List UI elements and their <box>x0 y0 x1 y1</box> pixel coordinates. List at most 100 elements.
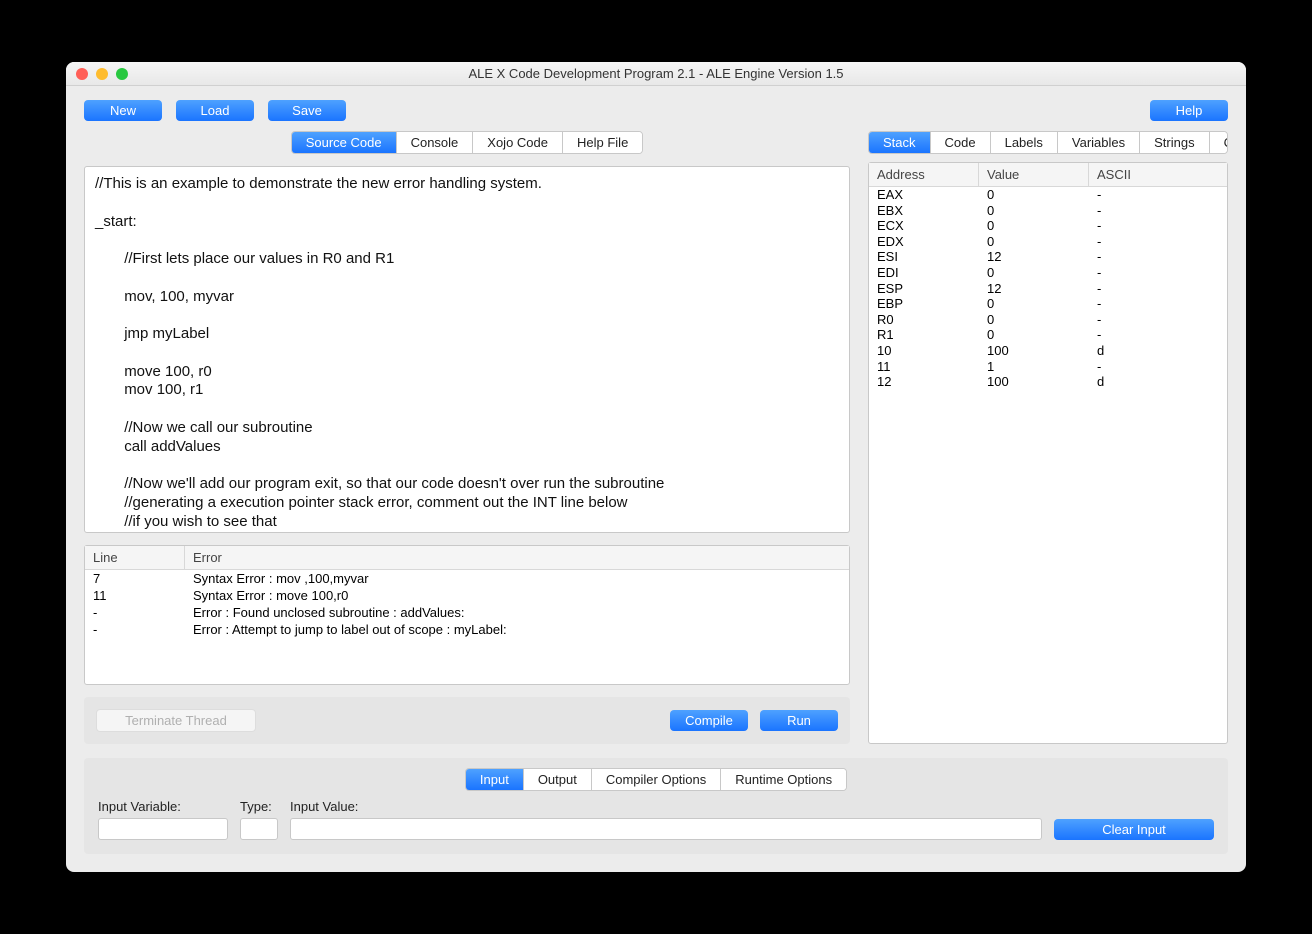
source-code-area[interactable]: //This is an example to demonstrate the … <box>84 166 850 533</box>
tab-stack[interactable]: Stack <box>869 132 931 153</box>
stack-ascii: - <box>1089 265 1227 281</box>
stack-ascii: - <box>1089 359 1227 375</box>
error-line: 7 <box>85 571 185 586</box>
error-row[interactable]: -Error : Found unclosed subroutine : add… <box>85 604 849 621</box>
window-controls <box>66 68 128 80</box>
tab-constants[interactable]: Constants <box>1210 132 1228 153</box>
error-header: Line Error <box>85 546 849 570</box>
load-button[interactable]: Load <box>176 100 254 121</box>
error-message: Syntax Error : mov ,100,myvar <box>185 571 849 586</box>
stack-value: 0 <box>979 312 1089 328</box>
stack-value: 1 <box>979 359 1089 375</box>
tab-output[interactable]: Output <box>524 769 592 790</box>
tab-console[interactable]: Console <box>397 132 474 153</box>
stack-row[interactable]: EAX0- <box>869 187 1227 203</box>
input-value-label: Input Value: <box>290 799 1042 814</box>
input-type-label: Type: <box>240 799 278 814</box>
stack-row[interactable]: EBP0- <box>869 296 1227 312</box>
stack-body: EAX0-EBX0-ECX0-EDX0-ESI12-EDI0-ESP12-EBP… <box>869 187 1227 743</box>
stack-row[interactable]: R10- <box>869 327 1227 343</box>
error-row[interactable]: 7Syntax Error : mov ,100,myvar <box>85 570 849 587</box>
stack-row[interactable]: ECX0- <box>869 218 1227 234</box>
stack-address: 12 <box>869 374 979 390</box>
zoom-icon[interactable] <box>116 68 128 80</box>
new-button[interactable]: New <box>84 100 162 121</box>
stack-value: 0 <box>979 234 1089 250</box>
stack-row[interactable]: EDX0- <box>869 234 1227 250</box>
tab-input[interactable]: Input <box>466 769 524 790</box>
error-line: - <box>85 605 185 620</box>
input-row: Input Variable: Type: Input Value: Clear… <box>98 799 1214 840</box>
tab-compiler-options[interactable]: Compiler Options <box>592 769 721 790</box>
error-row[interactable]: -Error : Attempt to jump to label out of… <box>85 621 849 638</box>
stack-address: R0 <box>869 312 979 328</box>
stack-value: 0 <box>979 203 1089 219</box>
stack-address: 11 <box>869 359 979 375</box>
run-button[interactable]: Run <box>760 710 838 731</box>
stack-header-address: Address <box>869 163 979 186</box>
tab-runtime-options[interactable]: Runtime Options <box>721 769 846 790</box>
clear-input-button[interactable]: Clear Input <box>1054 819 1214 840</box>
error-body: 7Syntax Error : mov ,100,myvar11Syntax E… <box>85 570 849 684</box>
stack-address: R1 <box>869 327 979 343</box>
stack-ascii: - <box>1089 296 1227 312</box>
stack-ascii: - <box>1089 218 1227 234</box>
minimize-icon[interactable] <box>96 68 108 80</box>
stack-ascii: - <box>1089 187 1227 203</box>
close-icon[interactable] <box>76 68 88 80</box>
stack-value: 100 <box>979 343 1089 359</box>
stack-value: 0 <box>979 187 1089 203</box>
left-tabs: Source CodeConsoleXojo CodeHelp File <box>291 131 644 154</box>
stack-ascii: - <box>1089 203 1227 219</box>
tab-code[interactable]: Code <box>931 132 991 153</box>
stack-header: Address Value ASCII <box>869 163 1227 187</box>
bottom-panel: InputOutputCompiler OptionsRuntime Optio… <box>84 758 1228 854</box>
stack-address: EBP <box>869 296 979 312</box>
stack-row[interactable]: 10100d <box>869 343 1227 359</box>
tab-strings[interactable]: Strings <box>1140 132 1209 153</box>
tab-source-code[interactable]: Source Code <box>292 132 397 153</box>
tab-variables[interactable]: Variables <box>1058 132 1140 153</box>
stack-row[interactable]: R00- <box>869 312 1227 328</box>
input-variable-field[interactable] <box>98 818 228 840</box>
error-message: Error : Attempt to jump to label out of … <box>185 622 849 637</box>
save-button[interactable]: Save <box>268 100 346 121</box>
titlebar: ALE X Code Development Program 2.1 - ALE… <box>66 62 1246 86</box>
stack-address: 10 <box>869 343 979 359</box>
tab-xojo-code[interactable]: Xojo Code <box>473 132 563 153</box>
stack-header-ascii: ASCII <box>1089 163 1227 186</box>
error-header-line: Line <box>85 546 185 569</box>
help-button[interactable]: Help <box>1150 100 1228 121</box>
error-row[interactable]: 11Syntax Error : move 100,r0 <box>85 587 849 604</box>
stack-row[interactable]: ESP12- <box>869 281 1227 297</box>
error-line: - <box>85 622 185 637</box>
error-message: Error : Found unclosed subroutine : addV… <box>185 605 849 620</box>
input-value-field[interactable] <box>290 818 1042 840</box>
stack-ascii: - <box>1089 234 1227 250</box>
stack-address: EBX <box>869 203 979 219</box>
error-panel: Line Error 7Syntax Error : mov ,100,myva… <box>84 545 850 685</box>
stack-row[interactable]: EBX0- <box>869 203 1227 219</box>
stack-ascii: - <box>1089 249 1227 265</box>
app-window: ALE X Code Development Program 2.1 - ALE… <box>66 62 1246 872</box>
stack-ascii: d <box>1089 374 1227 390</box>
stack-value: 12 <box>979 281 1089 297</box>
tab-labels[interactable]: Labels <box>991 132 1058 153</box>
compile-button[interactable]: Compile <box>670 710 748 731</box>
stack-ascii: - <box>1089 327 1227 343</box>
input-type-field[interactable] <box>240 818 278 840</box>
action-row: Terminate Thread Compile Run <box>84 697 850 744</box>
stack-address: EDI <box>869 265 979 281</box>
stack-row[interactable]: EDI0- <box>869 265 1227 281</box>
tab-help-file[interactable]: Help File <box>563 132 642 153</box>
toolbar: New Load Save Help <box>66 86 1246 131</box>
stack-address: EDX <box>869 234 979 250</box>
stack-row[interactable]: ESI12- <box>869 249 1227 265</box>
stack-row[interactable]: 111- <box>869 359 1227 375</box>
stack-value: 0 <box>979 218 1089 234</box>
stack-value: 12 <box>979 249 1089 265</box>
stack-ascii: - <box>1089 281 1227 297</box>
error-line: 11 <box>85 588 185 603</box>
stack-row[interactable]: 12100d <box>869 374 1227 390</box>
stack-ascii: - <box>1089 312 1227 328</box>
